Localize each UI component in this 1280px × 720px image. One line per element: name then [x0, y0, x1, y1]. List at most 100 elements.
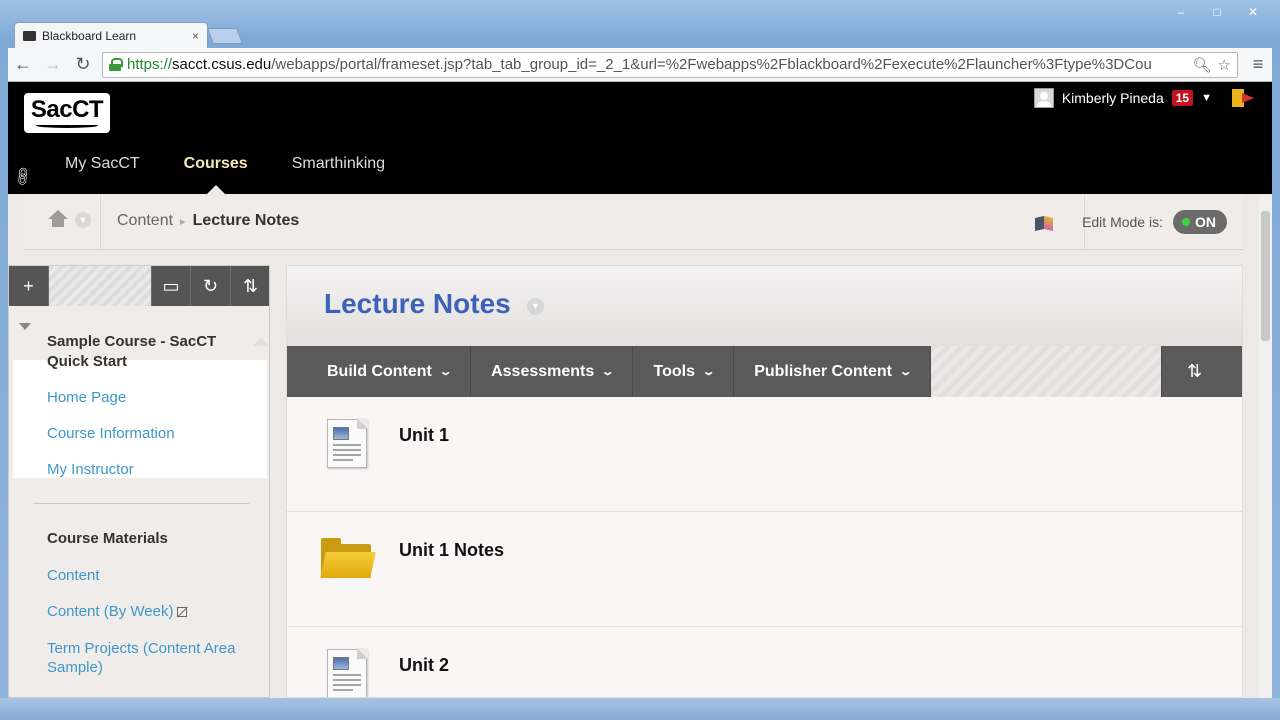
user-area: Kimberly Pineda 15 ▼ [1033, 88, 1254, 108]
course-options-icon[interactable] [253, 338, 269, 346]
publisher-content-menu[interactable]: Publisher Content ⌄ [734, 346, 932, 397]
saccct-logo[interactable]: SacCT [24, 93, 110, 133]
scrollbar-thumb[interactable] [1261, 211, 1270, 341]
menu-link-my-instructor[interactable]: My Instructor [47, 461, 134, 478]
user-name[interactable]: Kimberly Pineda [1062, 90, 1164, 106]
action-bar: Build Content ⌄ Assessments ⌄ Tools ⌄ Publi… [287, 346, 1242, 397]
lock-icon [109, 58, 123, 71]
breadcrumb-current: Lecture Notes [192, 212, 300, 229]
content-title-bar: Lecture Notes ▼ [287, 266, 1242, 346]
maximize-button[interactable]: □ [1202, 4, 1232, 22]
chevron-down-icon: ⌄ [438, 366, 453, 378]
menu-link-home-page[interactable]: Home Page [47, 389, 126, 406]
help-book-icon[interactable] [1035, 214, 1053, 230]
tools-menu[interactable]: Tools ⌄ [633, 346, 735, 397]
window-bottom-border [0, 698, 1280, 720]
build-content-label: Build Content [327, 362, 432, 380]
forward-arrow-icon[interactable]: → [38, 54, 68, 75]
vertical-scrollbar[interactable] [1259, 197, 1272, 698]
collapse-triangle-icon[interactable] [19, 323, 31, 330]
course-title[interactable]: Sample Course - SacCT Quick Start [47, 332, 247, 372]
nav-tab-my-sacct[interactable]: My SacCT [43, 155, 162, 194]
menu-link-content[interactable]: Content [47, 567, 100, 584]
document-icon [327, 418, 368, 468]
tab-close-icon[interactable]: × [192, 29, 199, 43]
link-pin-icon[interactable]: 🔗︎ [11, 164, 36, 188]
assessments-menu[interactable]: Assessments ⌄ [471, 346, 634, 397]
user-menu-caret-icon[interactable]: ▼ [1201, 92, 1212, 104]
back-arrow-icon[interactable]: ← [8, 54, 38, 75]
reload-icon[interactable]: ↻ [68, 54, 98, 75]
url-host: sacct.csus.edu [172, 56, 272, 73]
blackboard-favicon-icon [23, 30, 36, 41]
main-nav: My SacCT Courses Smarthinking [43, 155, 407, 194]
address-bar[interactable]: https://sacct.csus.edu/webapps/portal/fr… [102, 51, 1238, 78]
site-header: SacCT Kimberly Pineda 15 ▼ 🔗︎ My SacCT C… [8, 82, 1272, 194]
course-menu: + ▭ ↻ ⇅ Sample Course - SacCT Quick Star… [8, 265, 270, 698]
course-materials-heading: Course Materials [47, 530, 168, 547]
chevron-down-icon: ⌄ [898, 366, 913, 378]
folder-icon [320, 538, 376, 578]
breadcrumb-divider [100, 194, 101, 250]
reorder-icon[interactable]: ⇅ [1161, 346, 1227, 397]
logo-text: SacCT [30, 96, 104, 123]
assessments-label: Assessments [491, 362, 595, 380]
document-icon [327, 648, 368, 697]
menu-link-term-projects[interactable]: Term Projects (Content Area Sample) [47, 639, 257, 677]
chevron-down-icon: ⌄ [600, 366, 615, 378]
content-panel: Lecture Notes ▼ Build Content ⌄ Assessmen… [286, 265, 1243, 698]
window-controls: ‒ □ ✕ [1166, 4, 1268, 22]
refresh-icon[interactable]: ↻ [191, 266, 231, 306]
hidden-from-students-icon [177, 607, 188, 617]
display-in-window-icon[interactable]: ▭ [151, 266, 191, 306]
chevron-down-icon: ⌄ [701, 366, 716, 378]
edit-mode-label: Edit Mode is: [1082, 214, 1163, 230]
logo-swoosh [36, 123, 98, 128]
browser-tab[interactable]: Blackboard Learn × [14, 22, 208, 48]
course-menu-toolbar: + ▭ ↻ ⇅ [9, 266, 269, 306]
menu-link-course-information[interactable]: Course Information [47, 425, 175, 442]
item-title[interactable]: Unit 1 Notes [399, 540, 504, 561]
nav-tab-smarthinking[interactable]: Smarthinking [270, 155, 407, 194]
home-icon[interactable] [48, 210, 68, 228]
bookmark-star-icon[interactable]: ☆ [1218, 56, 1231, 74]
minimize-button[interactable]: ‒ [1166, 4, 1196, 22]
tools-label: Tools [653, 362, 695, 380]
nav-tab-courses[interactable]: Courses [162, 155, 270, 194]
menu-toolbar-spacer [49, 266, 151, 306]
add-menu-item-button[interactable]: + [9, 266, 49, 306]
breadcrumb: ▼ Content ▸ Lecture Notes Edit Mode is: … [24, 194, 1243, 250]
close-window-button[interactable]: ✕ [1238, 4, 1268, 22]
search-icon[interactable]: 🔍︎ [1193, 56, 1212, 74]
page-viewport: SacCT Kimberly Pineda 15 ▼ 🔗︎ My SacCT C… [8, 82, 1272, 698]
list-item: Unit 1 [287, 397, 1242, 512]
edit-mode-value: ON [1195, 214, 1216, 230]
logout-icon[interactable] [1232, 89, 1254, 107]
chevron-down-icon[interactable]: ▼ [75, 212, 91, 228]
publisher-content-label: Publisher Content [754, 362, 892, 380]
page-title: Lecture Notes [324, 288, 511, 319]
item-title[interactable]: Unit 1 [399, 425, 449, 446]
menu-divider [33, 503, 249, 504]
breadcrumb-trail: Content ▸ Lecture Notes [117, 212, 299, 230]
url-text[interactable]: https://sacct.csus.edu/webapps/portal/fr… [127, 56, 1187, 73]
menu-link-content-by-week[interactable]: Content (By Week) [47, 603, 188, 620]
new-tab-button[interactable] [207, 28, 243, 44]
menu-icon[interactable]: ≡ [1244, 54, 1272, 75]
url-scheme: https:// [127, 56, 173, 73]
browser-toolbar: ← → ↻ https://sacct.csus.edu/webapps/por… [8, 48, 1272, 82]
toggle-status-dot [1182, 218, 1190, 226]
avatar[interactable] [1033, 88, 1054, 108]
breadcrumb-content-link[interactable]: Content [117, 212, 173, 230]
notification-badge[interactable]: 15 [1171, 90, 1194, 106]
reorder-icon[interactable]: ⇅ [231, 266, 269, 306]
list-item: Unit 1 Notes [287, 512, 1242, 627]
build-content-menu[interactable]: Build Content ⌄ [287, 346, 472, 397]
edit-mode-toggle[interactable]: ON [1173, 210, 1227, 234]
tab-title: Blackboard Learn [42, 28, 137, 43]
item-title[interactable]: Unit 2 [399, 655, 449, 676]
title-options-chevron-icon[interactable]: ▼ [527, 298, 544, 315]
list-item: Unit 2 [287, 627, 1242, 697]
breadcrumb-arrow-icon: ▸ [180, 215, 186, 228]
url-path: /webapps/portal/frameset.jsp?tab_tab_gro… [271, 56, 1152, 73]
